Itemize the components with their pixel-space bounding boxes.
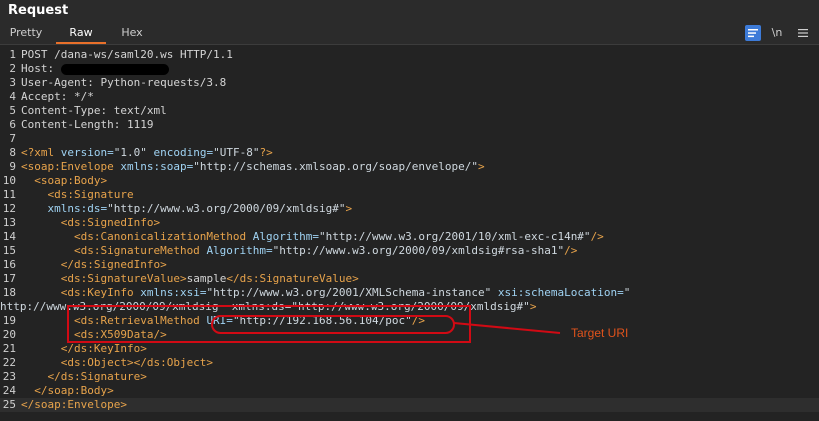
target-uri-label: Target URI	[571, 326, 629, 340]
annotation-arrow	[453, 322, 561, 334]
